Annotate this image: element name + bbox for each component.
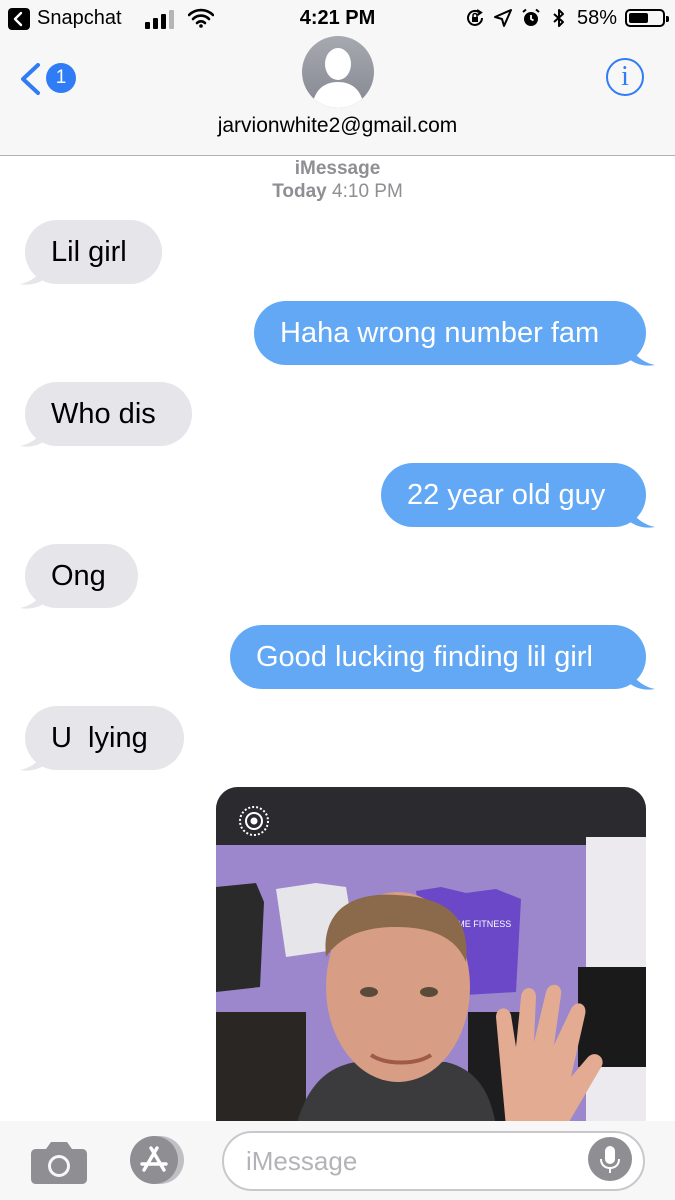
message-input[interactable]: iMessage <box>222 1131 645 1191</box>
chevron-left-icon <box>21 63 40 95</box>
avatar[interactable] <box>302 36 374 108</box>
contact-name[interactable]: jarvionwhite2@gmail.com <box>0 114 675 138</box>
alarm-icon <box>522 8 540 26</box>
person-silhouette-icon <box>312 48 364 108</box>
message-bubble-outgoing[interactable]: Haha wrong number fam <box>254 301 646 365</box>
message-bubble-incoming[interactable]: Who dis <box>25 382 192 446</box>
back-button[interactable]: 1 <box>18 58 88 98</box>
battery-icon <box>625 9 669 27</box>
timestamp-time: 4:10 PM <box>332 181 403 202</box>
message-bubble-incoming[interactable]: Lil girl <box>25 220 162 284</box>
status-bar: Snapchat 4:21 PM 58% <box>0 0 675 38</box>
timestamp: Today 4:10 PM <box>0 181 675 203</box>
rotation-lock-icon <box>466 9 483 26</box>
live-photo-message[interactable]: ANYTIME FITNESS <box>216 787 646 1127</box>
selfie-photo: ANYTIME FITNESS <box>216 787 646 1127</box>
conversation-header: 1 jarvionwhite2@gmail.com i <box>0 36 675 156</box>
bluetooth-icon <box>553 9 564 27</box>
microphone-icon <box>600 1146 620 1173</box>
message-bubble-incoming[interactable]: Ong <box>25 544 138 608</box>
timestamp-day: Today <box>272 181 327 202</box>
message-bubble-outgoing[interactable]: 22 year old guy <box>381 463 646 527</box>
info-button[interactable]: i <box>606 58 644 96</box>
unread-count-badge: 1 <box>46 63 76 93</box>
battery-percent: 58% <box>576 6 617 29</box>
location-icon <box>493 9 512 27</box>
service-label: iMessage <box>294 158 381 179</box>
microphone-button[interactable] <box>588 1137 632 1181</box>
compose-bar: iMessage <box>0 1121 675 1200</box>
message-bubble-incoming[interactable]: U lying <box>25 706 184 770</box>
camera-icon[interactable] <box>30 1137 88 1185</box>
message-bubble-outgoing[interactable]: Good lucking finding lil girl <box>230 625 646 689</box>
app-store-icon[interactable] <box>127 1135 187 1185</box>
